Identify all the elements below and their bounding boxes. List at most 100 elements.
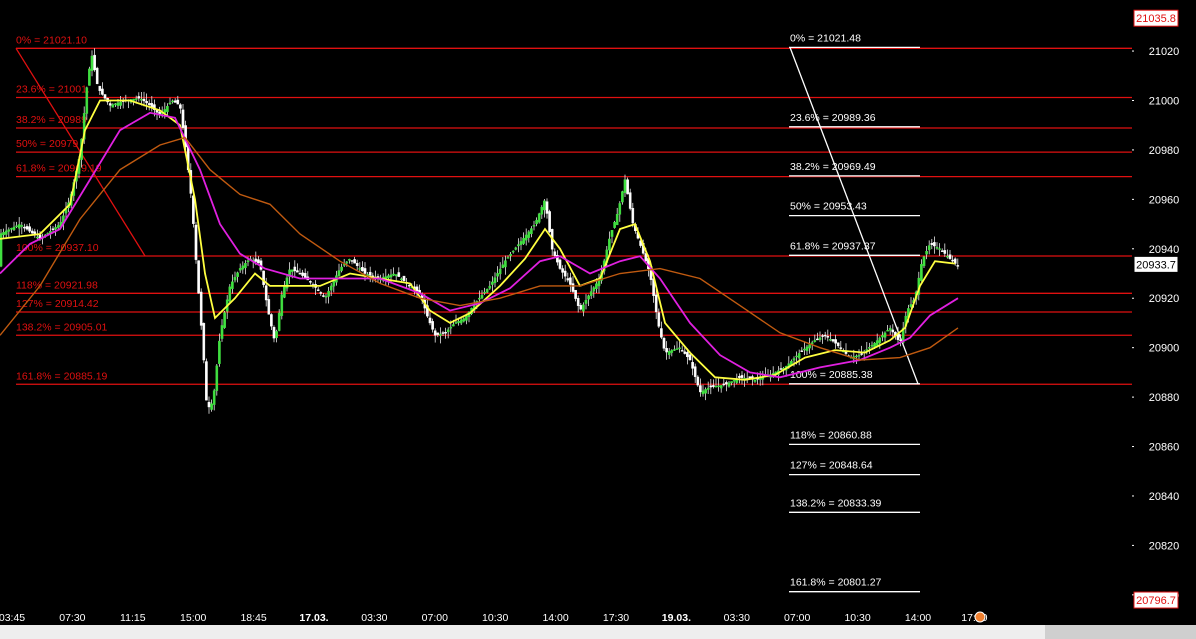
fib-white-label: 138.2% = 20833.39 [790,497,882,509]
candle-body [875,340,879,346]
price-label-high: 21035.8 [1136,13,1176,25]
chart-background [0,0,1196,639]
y-tick-label: 20940 [1149,244,1180,256]
candle-body [231,281,234,289]
candle-body [530,228,533,235]
candle-body [831,339,835,342]
x-tick-label: 14:00 [905,612,931,624]
fib-red-label: 118% = 20921.98 [16,279,98,291]
candle-body [501,264,505,269]
candle-body [267,299,271,315]
candle-body [275,331,278,338]
candle-body [933,242,936,247]
candle-body [400,278,403,280]
candle-body [561,268,564,273]
candle-body [348,259,351,261]
fib-white-label: 161.8% = 20801.27 [790,577,882,589]
x-tick-label: 19.03. [662,612,691,624]
candle-body [870,344,874,347]
candle-body [732,379,736,382]
candle-body [264,285,268,301]
candle-body [657,312,661,327]
candle-body [886,330,889,332]
y-tick-label: 21000 [1149,95,1180,107]
candle-body [441,332,445,334]
candle-body [821,335,824,337]
x-tick-label: 11:15 [120,612,146,624]
y-tick-label: 21020 [1149,46,1180,58]
candle-body [36,236,39,239]
candle-body [592,287,596,292]
candle-body [272,327,276,339]
candle-body [699,385,702,393]
x-tick-label: 07:00 [784,612,810,624]
candle-body [719,385,723,389]
candle-body [446,329,450,333]
candle-body [498,268,502,275]
candle-body [587,295,590,300]
x-tick-label: 18:45 [240,612,266,624]
candle-body [176,99,180,105]
candle-body [576,297,580,306]
candle-body [506,257,510,259]
candle-body [296,270,299,273]
candle-body [608,238,611,251]
candle-body [943,250,947,254]
candle-body [730,381,733,383]
candle-body [215,365,219,391]
candle-body [173,100,177,103]
candle-body [878,337,882,343]
candle-body [459,319,463,324]
fib-white-label: 38.2% = 20969.49 [790,161,876,173]
candle-body [436,332,440,335]
candle-body [930,243,934,245]
candle-body [891,329,895,333]
fib-white-label: 23.6% = 20989.36 [790,112,876,124]
candle-body [797,353,801,359]
candle-body [888,327,892,331]
y-tick-label: 20860 [1149,442,1180,454]
fib-red-label: 23.6% = 21001. [16,84,90,96]
candle-body [23,226,26,229]
candle-body [706,387,710,390]
candle-body [816,338,819,341]
candle-body [283,285,286,298]
price-chart[interactable]: 0% = 21021.10 23.6% = 21001. 38.2% = 20989… [0,0,1196,639]
candle-body [95,67,99,85]
candle-body [660,328,663,338]
candle-body [951,259,954,262]
candle-body [673,349,676,351]
candle-body [920,264,923,281]
candle-body [30,230,34,234]
candle-body [389,274,393,278]
candle-body [675,348,679,350]
x-tick-label: 17.03. [299,612,328,624]
candle-body [712,385,715,387]
candle-body [90,55,94,71]
candle-body [88,68,91,86]
x-tick-label: 10:30 [482,612,508,624]
candle-body [181,109,185,128]
candle-body [927,245,931,251]
candle-body [236,272,239,277]
candle-body [51,228,55,230]
candle-body [329,285,333,291]
candle-body [868,347,871,349]
candle-body [7,229,11,232]
candle-body [270,314,273,327]
fib-red-label: 161.8% = 20885.19 [16,370,108,382]
candle-body [210,403,213,410]
candle-body [704,389,707,394]
candle-body [535,219,538,225]
candle-body [860,353,863,355]
candle-body [103,94,107,99]
candle-body [881,335,884,338]
candle-body [548,211,551,233]
candle-body [366,274,369,276]
horizontal-scrollbar-track[interactable] [0,625,1196,639]
horizontal-scrollbar-thumb[interactable] [1045,625,1196,639]
candle-body [727,382,731,387]
candle-body [693,366,697,377]
candle-body [462,318,466,322]
candle-body [218,340,221,364]
